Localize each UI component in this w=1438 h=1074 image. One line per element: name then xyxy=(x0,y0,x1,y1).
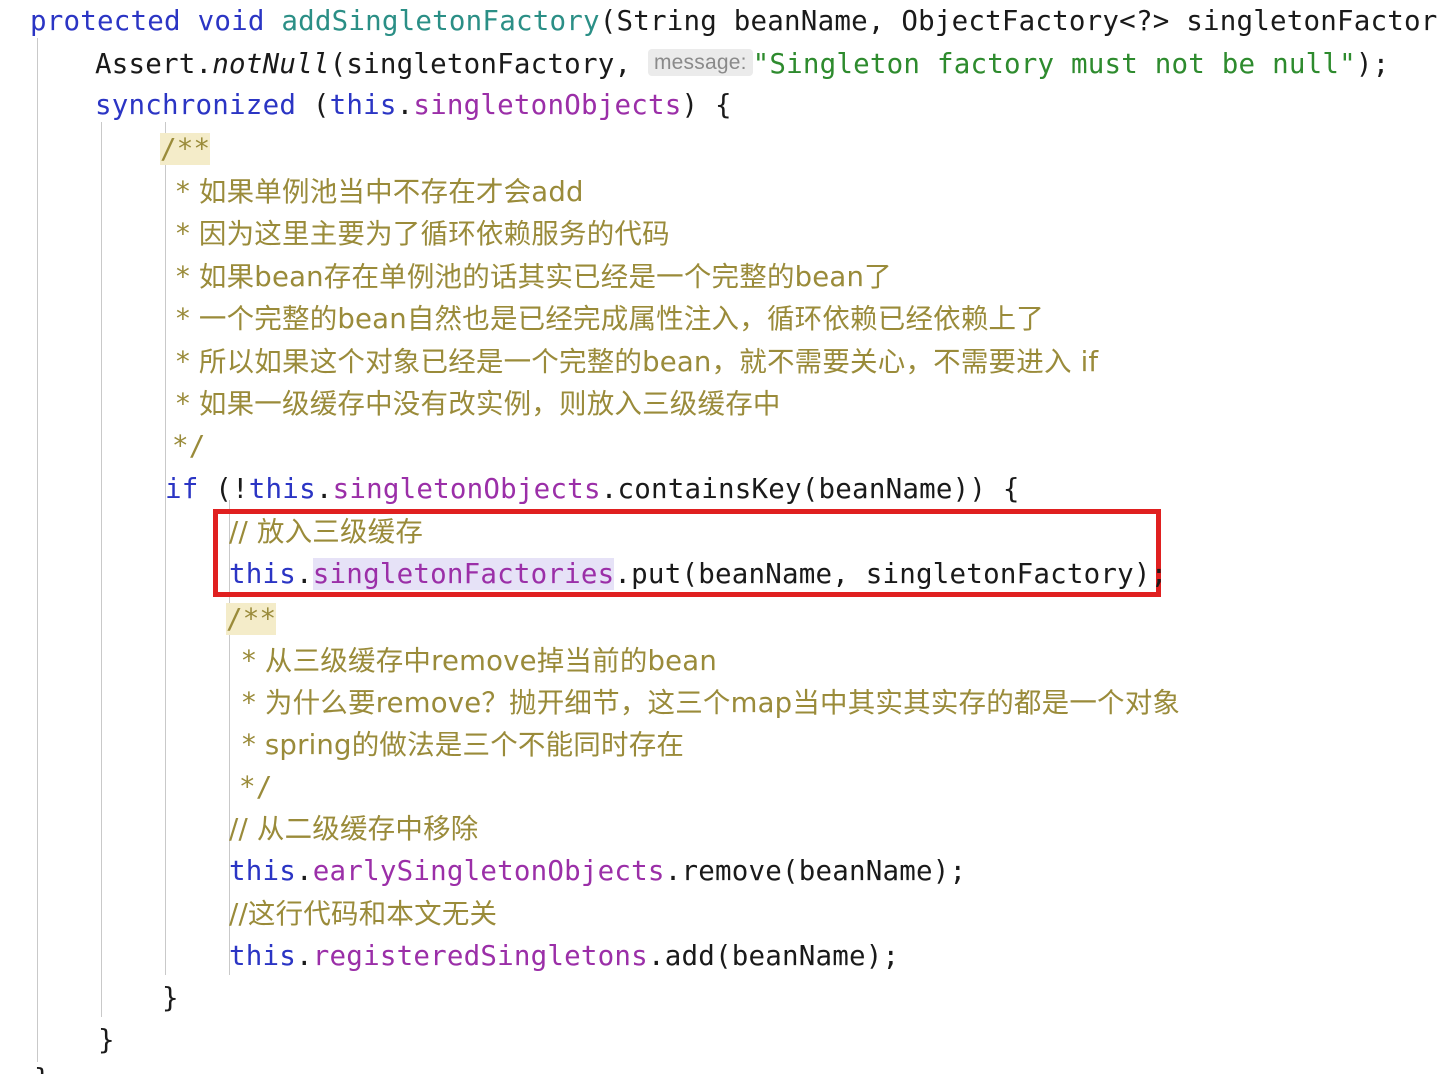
indent-guide-level1 xyxy=(37,38,38,1062)
token-javadoc-open: /** xyxy=(226,603,277,635)
code-line-3[interactable]: synchronized (this.singletonObjects) { xyxy=(95,84,732,126)
code-line-12[interactable]: if (!this.singletonObjects.containsKey(b… xyxy=(165,468,1020,510)
code-editor-viewport[interactable]: protected void addSingletonFactory(Strin… xyxy=(0,0,1438,1074)
code-line-20[interactable]: // 从二级缓存中移除 xyxy=(229,808,478,850)
code-line-24[interactable]: } xyxy=(162,977,179,1019)
token-string-literal: "Singleton factory must not be null" xyxy=(752,48,1356,80)
code-line-15[interactable]: /** xyxy=(226,598,277,640)
token-keyword-this: this xyxy=(229,940,297,972)
token-dot: . xyxy=(600,473,618,505)
code-line-11[interactable]: */ xyxy=(172,425,206,467)
token-field-singletonobjects: singletonObjects xyxy=(413,89,682,121)
code-line-1[interactable]: protected void addSingletonFactory(Strin… xyxy=(30,0,1438,42)
code-line-16[interactable]: * 从三级缓存中remove掉当前的bean xyxy=(242,640,717,682)
token-statement-end: ); xyxy=(1355,48,1390,80)
token-dot: . xyxy=(315,473,333,505)
token-keyword-if: if xyxy=(165,473,199,505)
token-keyword-protected-void: protected void xyxy=(30,5,282,37)
token-put-call: .put(beanName, singletonFactory); xyxy=(614,558,1168,590)
token-close-paren-brace: ) { xyxy=(681,89,732,121)
token-javadoc-open: /** xyxy=(160,133,211,165)
token-field-singletonobjects: singletonObjects xyxy=(332,473,601,505)
token-add-call: .add(beanName); xyxy=(647,940,900,972)
token-keyword-this: this xyxy=(229,855,297,887)
token-keyword-this: this xyxy=(329,89,397,121)
token-open-negate: (! xyxy=(198,473,249,505)
token-field-singletonfactories-highlighted: singletonFactories xyxy=(312,558,615,590)
code-line-19[interactable]: */ xyxy=(239,766,273,808)
token-notnull-method: notNull xyxy=(212,48,330,80)
token-remove-call: .remove(beanName); xyxy=(664,855,967,887)
code-line-26[interactable]: } xyxy=(34,1058,51,1074)
token-field-earlysingletonobjects: earlySingletonObjects xyxy=(312,855,665,887)
code-line-21[interactable]: this.earlySingletonObjects.remove(beanNa… xyxy=(229,850,966,892)
code-line-8[interactable]: * 一个完整的bean自然也是已经完成属性注入，循环依赖已经依赖上了 xyxy=(176,298,1044,340)
code-line-2[interactable]: Assert.notNull(singletonFactory, message… xyxy=(95,42,1389,84)
code-line-25[interactable]: } xyxy=(98,1019,115,1061)
token-dot: . xyxy=(296,940,313,972)
code-line-18[interactable]: * spring的做法是三个不能同时存在 xyxy=(242,724,684,766)
indent-guide-level3 xyxy=(165,122,166,975)
code-line-9[interactable]: * 所以如果这个对象已经是一个完整的bean，就不需要关心，不需要进入 if xyxy=(176,341,1098,383)
code-line-23[interactable]: this.registeredSingletons.add(beanName); xyxy=(229,935,899,977)
code-line-13[interactable]: // 放入三级缓存 xyxy=(229,511,423,553)
code-line-17[interactable]: * 为什么要remove？抛开细节，这三个map当中其实其实存的都是一个对象 xyxy=(242,682,1180,724)
code-line-6[interactable]: * 因为这里主要为了循环依赖服务的代码 xyxy=(176,213,670,255)
token-parameter-list: (String beanName, ObjectFactory<?> singl… xyxy=(599,5,1438,37)
token-keyword-this: this xyxy=(229,558,297,590)
token-dot: . xyxy=(296,855,313,887)
code-line-7[interactable]: * 如果bean存在单例池的话其实已经是一个完整的bean了 xyxy=(176,256,892,298)
token-method-containskey: containsKey(beanName)) { xyxy=(617,473,1020,505)
token-dot: . xyxy=(296,558,313,590)
code-line-10[interactable]: * 如果一级缓存中没有改实例，则放入三级缓存中 xyxy=(176,383,781,425)
code-line-22[interactable]: //这行代码和本文无关 xyxy=(229,893,497,935)
token-keyword-synchronized: synchronized xyxy=(95,89,297,121)
code-line-5[interactable]: * 如果单例池当中不存在才会add xyxy=(176,171,584,213)
token-open-paren: ( xyxy=(296,89,330,121)
indent-guide-level2 xyxy=(101,122,102,1017)
code-line-4[interactable]: /** xyxy=(160,128,211,170)
token-dot: . xyxy=(396,89,414,121)
code-line-14[interactable]: this.singletonFactories.put(beanName, si… xyxy=(229,553,1167,595)
token-argument: (singletonFactory, xyxy=(329,48,648,80)
inlay-hint-message-param: message: xyxy=(647,49,753,76)
token-keyword-this: this xyxy=(248,473,316,505)
token-method-name: addSingletonFactory xyxy=(281,5,600,37)
token-assert-class: Assert. xyxy=(95,48,213,80)
token-field-registeredsingletons: registeredSingletons xyxy=(312,940,648,972)
